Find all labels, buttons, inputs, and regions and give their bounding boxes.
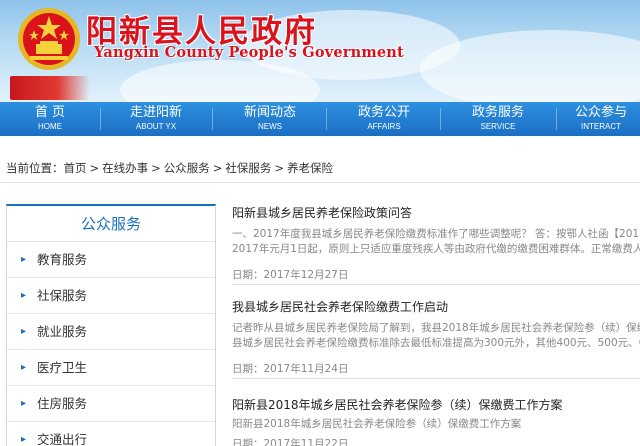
article-summary-line: 阳新县2018年城乡居民社会养老保险参（续）保缴费工作方案	[232, 418, 522, 430]
nav-label: 走进阳新	[129, 105, 182, 120]
article-summary: 阳新县2018年城乡居民社会养老保险参（续）保缴费工作方案	[232, 417, 640, 432]
nav-label-en: INTERACT	[581, 122, 621, 131]
nav-divider	[326, 108, 327, 130]
nav-label-en: HOME	[38, 122, 62, 131]
article-date: 日期：2017年11月24日	[232, 363, 349, 375]
nav-label-en: NEWS	[258, 122, 282, 131]
article-item: 阳新县城乡居民养老保险政策问答 一、2017年度我县城乡居民养老保险缴费标准作了…	[232, 204, 640, 282]
nav-divider	[556, 108, 557, 130]
article-summary: 一、2017年度我县城乡居民养老保险缴费标准作了哪些调整呢？ 答：按鄂人社函【2…	[232, 227, 640, 257]
nav-news[interactable]: 新闻动态 NEWS	[220, 102, 320, 136]
article-title-link[interactable]: 我县城乡居民社会养老保险缴费工作启动	[232, 298, 640, 315]
breadcrumb-separator: >	[212, 161, 223, 175]
breadcrumb-separator: >	[274, 161, 285, 175]
nav-label: 政务服务	[471, 105, 524, 120]
breadcrumb-public-service[interactable]: 公众服务	[164, 161, 210, 175]
chevron-right-icon: ▸	[21, 254, 27, 265]
nav-divider	[100, 108, 101, 130]
article-summary-line: 县城乡居民社会养老保险缴费标准除去最低标准提高为300元外，其他400元、500…	[232, 337, 640, 349]
chevron-right-icon: ▸	[21, 434, 27, 445]
breadcrumb-home[interactable]: 首页	[64, 161, 87, 175]
sidebar-item-employment[interactable]: ▸ 就业服务	[7, 314, 215, 350]
chevron-right-icon: ▸	[21, 326, 27, 337]
national-emblem-icon	[18, 8, 80, 70]
red-flags-decoration	[10, 76, 90, 100]
nav-interact[interactable]: 公众参与 INTERACT	[562, 102, 640, 136]
sidebar: 公众服务 ▸ 教育服务 ▸ 社保服务 ▸ 就业服务 ▸ 医疗卫生 ▸ 住房服务 ▸ 交通出行	[6, 204, 216, 446]
sidebar-item-label: 教育服务	[37, 252, 88, 267]
article-divider	[232, 284, 640, 285]
nav-label: 政务公开	[357, 105, 410, 120]
breadcrumb: 当前位置：首页 > 在线办事 > 公众服务 > 社保服务 > 养老保险	[6, 160, 333, 176]
article-summary-line: 一、2017年度我县城乡居民养老保险缴费标准作了哪些调整呢？ 答：按鄂人社函【2…	[232, 228, 640, 240]
sidebar-item-label: 就业服务	[37, 324, 88, 339]
article-date: 日期：2017年11月22日	[232, 438, 349, 446]
breadcrumb-prefix: 当前位置：	[6, 161, 64, 175]
sidebar-item-label: 交通出行	[37, 432, 88, 446]
breadcrumb-social-security[interactable]: 社保服务	[225, 161, 271, 175]
nav-divider	[212, 108, 213, 130]
sidebar-item-label: 医疗卫生	[37, 360, 88, 375]
article-item: 我县城乡居民社会养老保险缴费工作启动 记者昨从县城乡居民养老保险局了解到，我县2…	[232, 298, 640, 376]
nav-label-en: SERVICE	[480, 122, 516, 131]
nav-label: 公众参与	[574, 105, 627, 120]
article-summary-line: 2017年元月1日起，原则上只适应重度残疾人等由政府代缴的缴费困难群体。正常缴费…	[232, 243, 640, 255]
sidebar-item-transport[interactable]: ▸ 交通出行	[7, 422, 215, 446]
sidebar-item-healthcare[interactable]: ▸ 医疗卫生	[7, 350, 215, 386]
chevron-right-icon: ▸	[21, 398, 27, 409]
nav-divider	[440, 108, 441, 130]
sidebar-item-housing[interactable]: ▸ 住房服务	[7, 386, 215, 422]
sidebar-title: 公众服务	[7, 206, 215, 242]
breadcrumb-online-service[interactable]: 在线办事	[102, 161, 148, 175]
nav-label: 首 页	[34, 105, 66, 120]
header-banner: 阳新县人民政府 Yangxin County People's Governme…	[0, 0, 640, 102]
nav-about[interactable]: 走进阳新 ABOUT YX	[106, 102, 206, 136]
breadcrumb-separator: >	[151, 161, 161, 175]
chevron-right-icon: ▸	[21, 290, 27, 301]
article-title-link[interactable]: 阳新县城乡居民养老保险政策问答	[232, 204, 640, 221]
article-divider	[232, 378, 640, 379]
sidebar-item-label: 社保服务	[37, 288, 88, 303]
nav-label: 新闻动态	[243, 105, 296, 120]
breadcrumb-separator: >	[89, 161, 100, 175]
breadcrumb-divider	[0, 182, 640, 183]
nav-label-en: AFFAIRS	[367, 122, 401, 131]
sidebar-item-social-security[interactable]: ▸ 社保服务	[7, 278, 215, 314]
sidebar-item-label: 住房服务	[37, 396, 88, 411]
sidebar-item-education[interactable]: ▸ 教育服务	[7, 242, 215, 278]
article-summary-line: 记者昨从县城乡居民养老保险局了解到，我县2018年城乡居民社会养老保险参（续）保…	[232, 322, 640, 334]
chevron-right-icon: ▸	[21, 362, 27, 373]
site-subtitle: Yangxin County People's Government	[94, 44, 404, 61]
nav-label-en: ABOUT YX	[135, 122, 177, 131]
nav-home[interactable]: 首 页 HOME	[0, 102, 100, 136]
article-summary: 记者昨从县城乡居民养老保险局了解到，我县2018年城乡居民社会养老保险参（续）保…	[232, 321, 640, 351]
article-item: 阳新县2018年城乡居民社会养老保险参（续）保缴费工作方案 阳新县2018年城乡…	[232, 396, 640, 446]
breadcrumb-pension[interactable]: 养老保险	[287, 161, 333, 175]
nav-service[interactable]: 政务服务 SERVICE	[448, 102, 548, 136]
main-nav: 首 页 HOME 走进阳新 ABOUT YX 新闻动态 NEWS 政务公开 AF…	[0, 102, 640, 136]
nav-affairs[interactable]: 政务公开 AFFAIRS	[334, 102, 434, 136]
article-date: 日期：2017年12月27日	[232, 269, 349, 281]
article-title-link[interactable]: 阳新县2018年城乡居民社会养老保险参（续）保缴费工作方案	[232, 396, 640, 413]
